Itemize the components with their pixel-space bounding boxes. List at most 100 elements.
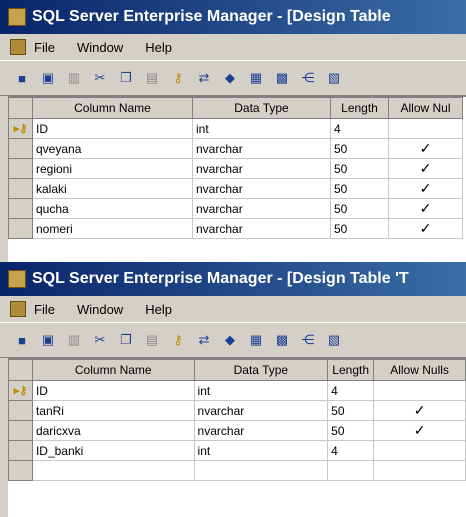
column-name-cell[interactable]: ID_banki	[32, 440, 195, 461]
data-type-cell[interactable]: nvarchar	[192, 198, 331, 219]
data-type-cell[interactable]: nvarchar	[192, 138, 331, 159]
col-header-data-type[interactable]: Data Type	[193, 359, 329, 381]
copy-icon[interactable]: ❐	[116, 330, 136, 350]
table-row[interactable]: qucha nvarchar 50 ✓	[8, 198, 463, 219]
table-row[interactable]: kalaki nvarchar 50 ✓	[8, 178, 463, 199]
insert-column-icon[interactable]: ▥	[64, 68, 84, 88]
row-selector[interactable]	[8, 218, 33, 239]
data-type-cell[interactable]: nvarchar	[192, 218, 331, 239]
properties-icon[interactable]: ▣	[38, 68, 58, 88]
allow-nulls-checkbox[interactable]: ✓	[373, 400, 466, 421]
table-row[interactable]: ▸⚷ ID int 4	[8, 118, 463, 139]
data-type-cell[interactable]: int	[194, 380, 329, 401]
length-cell[interactable]: 4	[330, 118, 389, 139]
document-icon[interactable]	[10, 39, 26, 55]
allow-nulls-checkbox[interactable]: ✓	[388, 218, 463, 239]
menu-file[interactable]: File	[34, 302, 55, 317]
data-type-cell[interactable]: int	[192, 118, 331, 139]
col-header-length[interactable]: Length	[327, 359, 375, 381]
col-header-length[interactable]: Length	[330, 97, 389, 119]
table-row[interactable]: qveyana nvarchar 50 ✓	[8, 138, 463, 159]
allow-nulls-checkbox[interactable]: ✓	[388, 158, 463, 179]
save-icon[interactable]: ■	[12, 330, 32, 350]
allow-nulls-checkbox[interactable]: ✓	[388, 138, 463, 159]
generate-script-icon[interactable]: ▧	[324, 68, 344, 88]
column-name-cell[interactable]: qucha	[32, 198, 193, 219]
dependencies-icon[interactable]: ⋲	[298, 68, 318, 88]
allow-nulls-checkbox[interactable]	[373, 460, 466, 481]
col-header-allow-nulls[interactable]: Allow Nul	[388, 97, 463, 119]
primary-key-icon[interactable]: ⚷	[168, 330, 188, 350]
length-cell[interactable]	[327, 460, 375, 481]
col-header-allow-nulls[interactable]: Allow Nulls	[373, 359, 466, 381]
allow-nulls-checkbox[interactable]	[388, 118, 463, 139]
cut-icon[interactable]: ✂	[90, 330, 110, 350]
primary-key-icon[interactable]: ⚷	[168, 68, 188, 88]
data-type-cell[interactable]: nvarchar	[194, 420, 329, 441]
copy-icon[interactable]: ❐	[116, 68, 136, 88]
length-cell[interactable]: 50	[327, 420, 375, 441]
menu-window[interactable]: Window	[77, 40, 123, 55]
indexes-icon[interactable]: ◆	[220, 68, 240, 88]
allow-nulls-checkbox[interactable]: ✓	[373, 420, 466, 441]
menu-help[interactable]: Help	[145, 40, 172, 55]
column-name-cell[interactable]: qveyana	[32, 138, 193, 159]
paste-icon[interactable]: ▤	[142, 330, 162, 350]
table-row[interactable]: tanRi nvarchar 50 ✓	[8, 400, 466, 421]
col-header-column-name[interactable]: Column Name	[32, 97, 193, 119]
length-cell[interactable]: 50	[330, 218, 389, 239]
table-row[interactable]: regioni nvarchar 50 ✓	[8, 158, 463, 179]
cut-icon[interactable]: ✂	[90, 68, 110, 88]
table-row[interactable]: ID_banki int 4	[8, 440, 466, 461]
indexes-icon[interactable]: ◆	[220, 330, 240, 350]
column-name-cell[interactable]: nomeri	[32, 218, 193, 239]
length-cell[interactable]: 50	[330, 198, 389, 219]
document-icon[interactable]	[10, 301, 26, 317]
table-row[interactable]: nomeri nvarchar 50 ✓	[8, 218, 463, 239]
manage-relationships-icon[interactable]: ⇄	[194, 68, 214, 88]
column-name-cell[interactable]: tanRi	[32, 400, 195, 421]
allow-nulls-checkbox[interactable]	[373, 380, 466, 401]
allow-nulls-checkbox[interactable]: ✓	[388, 198, 463, 219]
triggers-icon[interactable]: ▩	[272, 68, 292, 88]
manage-relationships-icon[interactable]: ⇄	[194, 330, 214, 350]
length-cell[interactable]: 4	[327, 440, 375, 461]
insert-column-icon[interactable]: ▥	[64, 330, 84, 350]
column-name-cell[interactable]: kalaki	[32, 178, 193, 199]
generate-script-icon[interactable]: ▧	[324, 330, 344, 350]
length-cell[interactable]: 50	[330, 158, 389, 179]
column-name-cell[interactable]: regioni	[32, 158, 193, 179]
col-header-data-type[interactable]: Data Type	[192, 97, 331, 119]
column-name-cell[interactable]: daricxva	[32, 420, 195, 441]
allow-nulls-checkbox[interactable]: ✓	[388, 178, 463, 199]
row-selector[interactable]	[8, 158, 33, 179]
column-grid[interactable]: Column Name Data Type Length Allow Nul ▸…	[8, 96, 466, 270]
data-type-cell[interactable]: nvarchar	[194, 400, 329, 421]
row-selector[interactable]	[8, 198, 33, 219]
data-type-cell[interactable]: int	[194, 440, 329, 461]
data-type-cell[interactable]: nvarchar	[192, 158, 331, 179]
menu-help[interactable]: Help	[145, 302, 172, 317]
row-selector[interactable]	[8, 440, 33, 461]
row-selector[interactable]	[8, 138, 33, 159]
table-row[interactable]: daricxva nvarchar 50 ✓	[8, 420, 466, 441]
column-grid[interactable]: Column Name Data Type Length Allow Nulls…	[8, 358, 466, 517]
col-header-column-name[interactable]: Column Name	[31, 359, 195, 381]
row-selector[interactable]	[8, 400, 33, 421]
row-selector[interactable]	[8, 178, 33, 199]
column-name-cell[interactable]	[32, 460, 195, 481]
primary-key-icon[interactable]: ▸⚷	[8, 380, 33, 401]
constraints-icon[interactable]: ▦	[246, 68, 266, 88]
length-cell[interactable]: 50	[330, 138, 389, 159]
constraints-icon[interactable]: ▦	[246, 330, 266, 350]
row-selector[interactable]	[8, 420, 33, 441]
paste-icon[interactable]: ▤	[142, 68, 162, 88]
table-row[interactable]: ▸⚷ ID int 4	[8, 380, 466, 401]
length-cell[interactable]: 50	[330, 178, 389, 199]
table-row-empty[interactable]	[8, 460, 466, 481]
data-type-cell[interactable]: nvarchar	[192, 178, 331, 199]
length-cell[interactable]: 4	[327, 380, 375, 401]
row-selector[interactable]	[8, 460, 33, 481]
menu-file[interactable]: File	[34, 40, 55, 55]
dependencies-icon[interactable]: ⋲	[298, 330, 318, 350]
